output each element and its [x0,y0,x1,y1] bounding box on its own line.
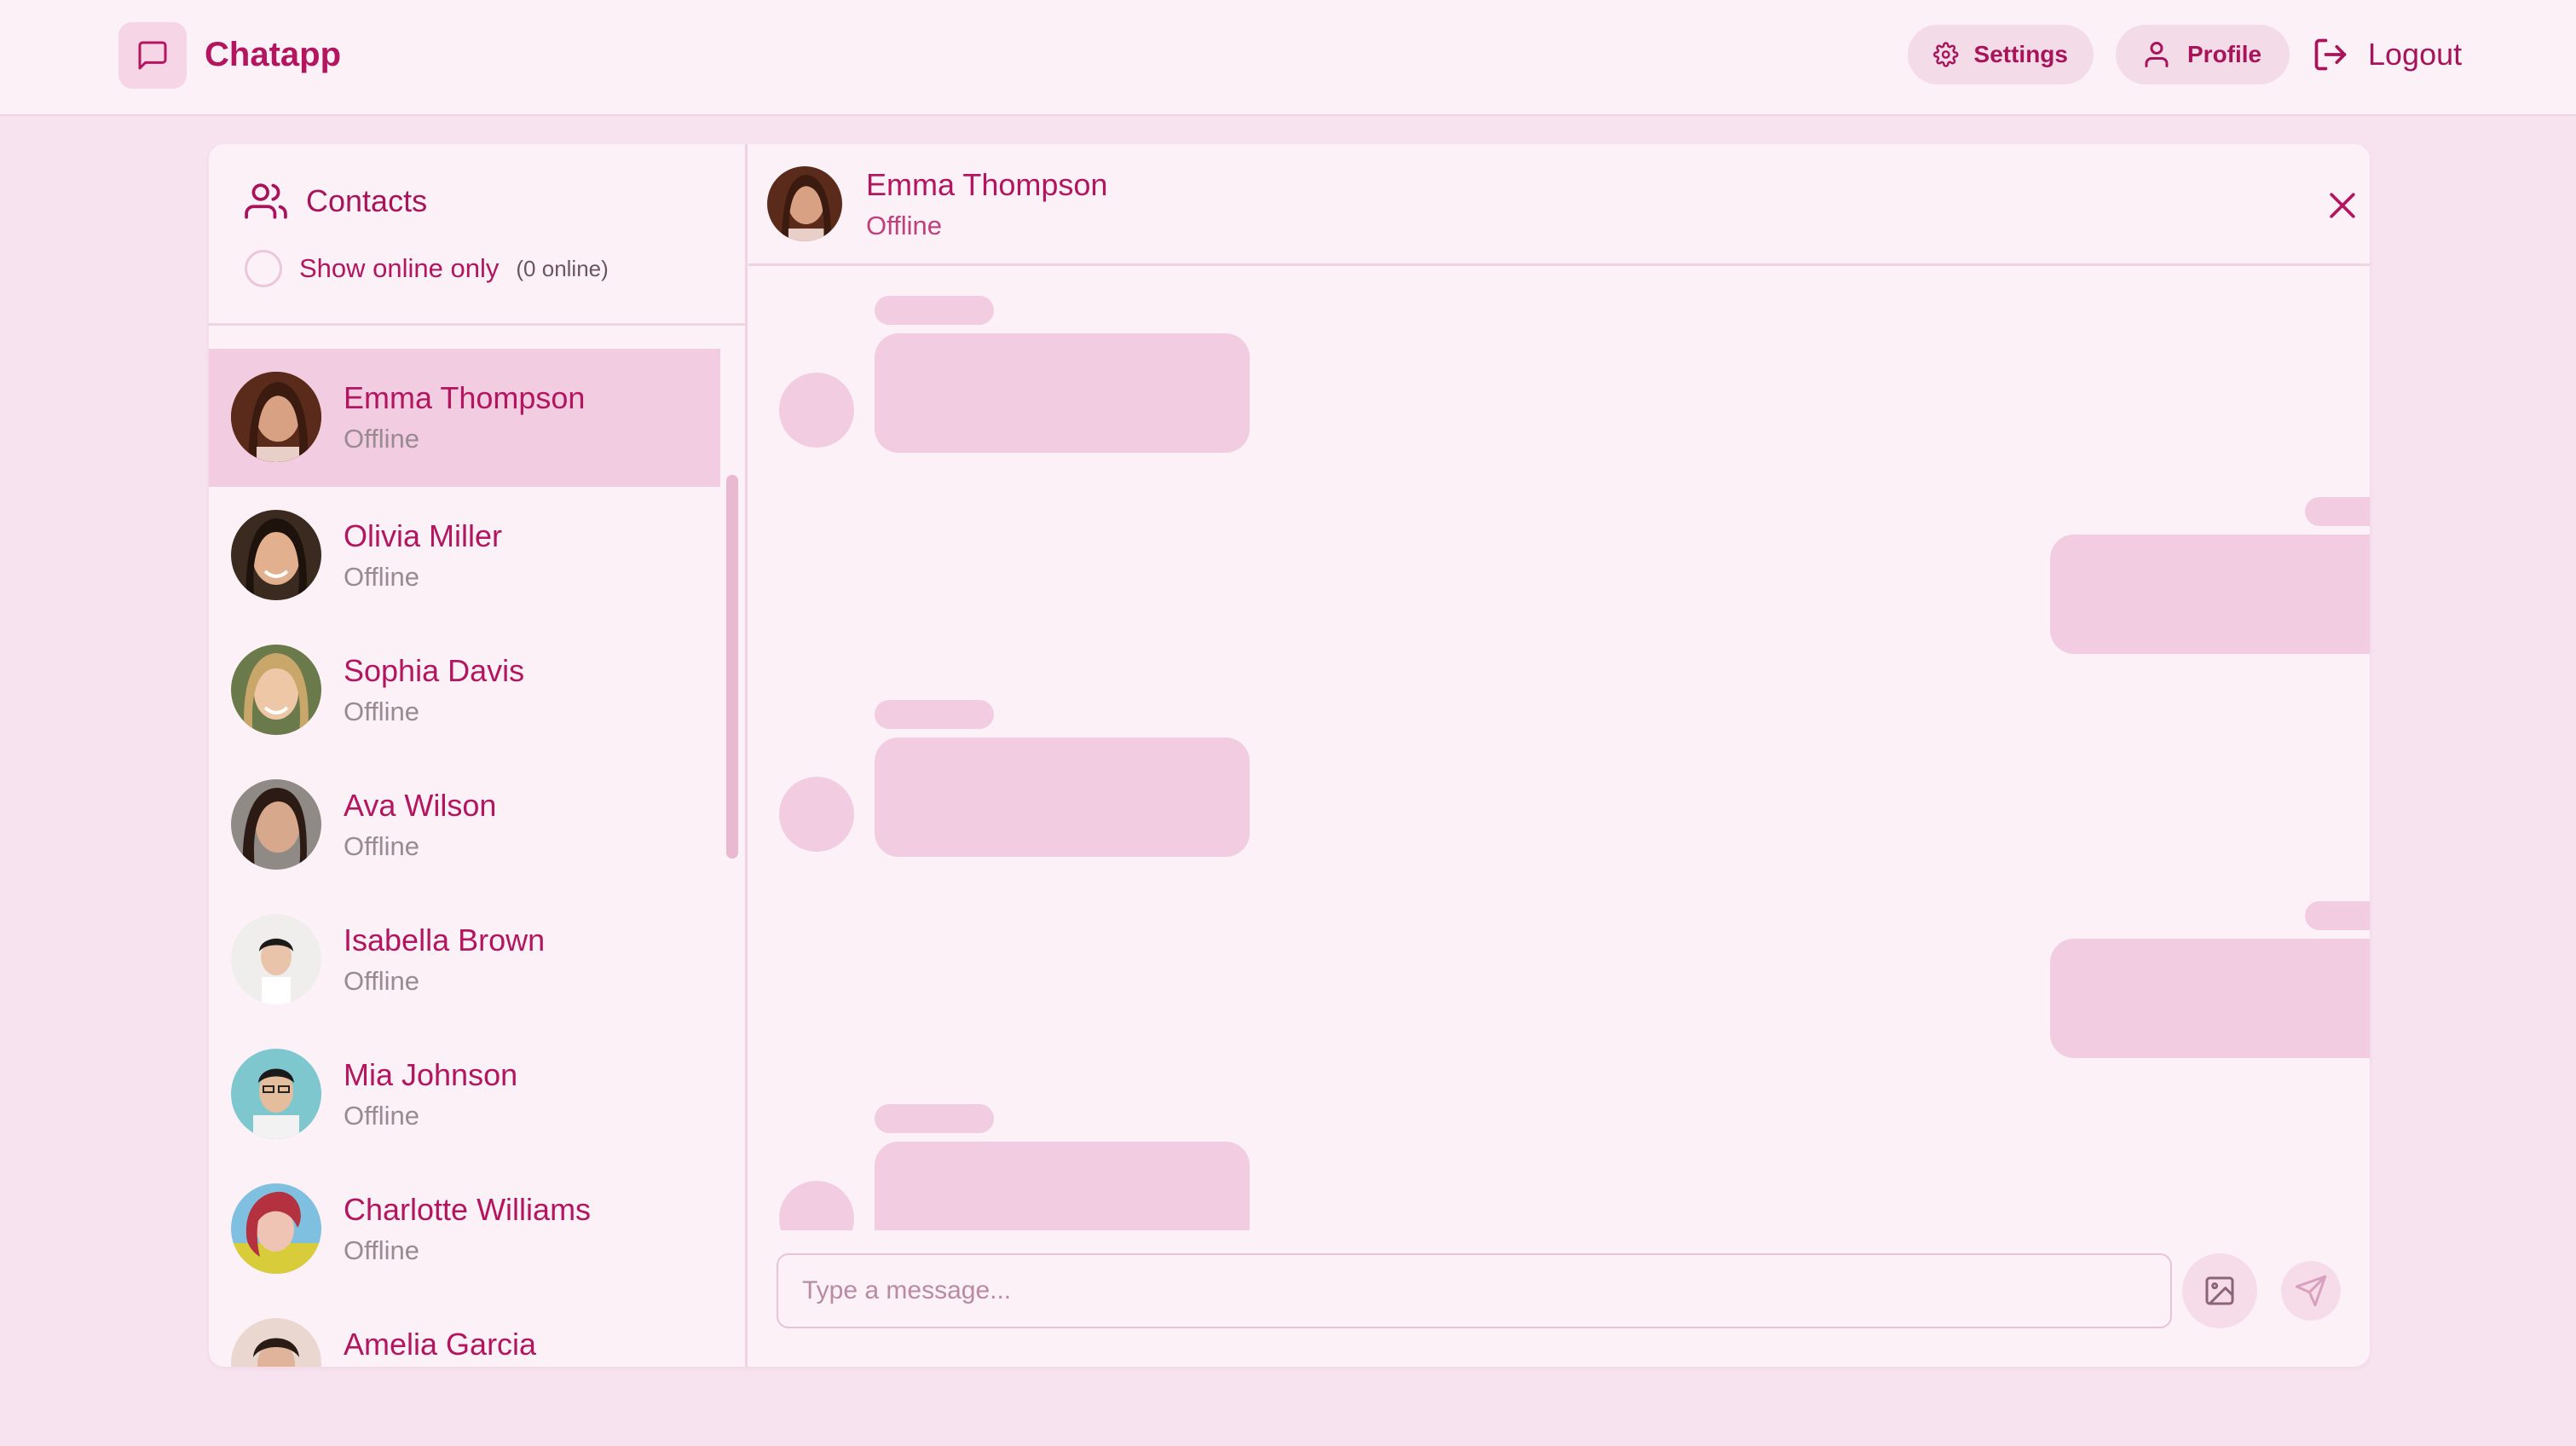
avatar [231,372,321,462]
contact-status: Offline [344,424,420,454]
message-skeleton-avatar [779,777,854,852]
online-only-filter[interactable]: Show online only (0 online) [245,250,609,287]
message-skeleton-bubble [875,737,1250,857]
contact-item-sophia-davis[interactable]: Sophia Davis Offline [209,622,720,756]
app-name[interactable]: Chatapp [205,32,341,77]
logout-label: Logout [2368,37,2463,72]
contact-name: Mia Johnson [344,1057,518,1092]
contact-list: Emma Thompson Offline Olivia Miller Offl… [209,349,720,1367]
contact-item-mia-johnson[interactable]: Mia Johnson Offline [209,1026,720,1160]
attach-image-button[interactable] [2182,1253,2257,1328]
online-only-checkbox[interactable] [245,250,282,287]
message-skeleton-bubble [875,1142,1250,1230]
message-skeleton-bubble [875,333,1250,453]
image-icon [2205,1276,2234,1305]
user-icon [2145,42,2169,67]
logout-button[interactable]: Logout [2312,29,2462,80]
profile-label: Profile [2187,41,2262,67]
contact-name: Isabella Brown [344,923,546,957]
contact-status: Offline [344,831,420,861]
chat-container: Contacts Show online only (0 online) Emm… [209,144,2370,1367]
contact-status: Offline [344,697,420,726]
contact-status: Offline [344,1235,420,1265]
message-skeleton-header [2305,901,2370,930]
users-icon [245,183,287,219]
messages-area [748,269,2370,1367]
close-chat-button[interactable] [2324,187,2361,224]
message-skeleton-avatar [779,1181,854,1230]
avatar [231,779,321,870]
sidebar-scrollbar[interactable] [726,475,738,859]
contact-item-charlotte-williams[interactable]: Charlotte Williams Offline [209,1160,720,1295]
message-skeleton-list [748,269,2370,1230]
message-skeleton-avatar [779,373,854,448]
message-input[interactable] [777,1253,2172,1328]
contacts-sidebar: Contacts Show online only (0 online) Emm… [209,144,748,1367]
avatar [231,1049,321,1139]
avatar [231,645,321,735]
contact-name: Emma Thompson [344,380,586,415]
contact-item-ava-wilson[interactable]: Ava Wilson Offline [209,756,720,891]
message-skeleton-header [2305,497,2370,526]
contact-status: Offline [344,966,420,996]
contact-item-olivia-miller[interactable]: Olivia Miller Offline [209,487,720,622]
send-button[interactable] [2281,1261,2341,1321]
message-skeleton-bubble [2050,535,2370,654]
gear-icon [1933,42,1959,67]
top-navbar: Chatapp Settings Profile Logout [0,0,2576,116]
online-only-label: Show online only [299,253,500,283]
contact-name: Ava Wilson [344,788,497,823]
message-skeleton-header [875,700,994,729]
message-composer [748,1244,2370,1367]
contact-name: Charlotte Williams [344,1192,592,1227]
avatar [231,510,321,600]
contact-status: Offline [344,1101,420,1131]
avatar [231,914,321,1004]
contact-status: Offline [344,562,420,592]
chat-header: Emma Thompson Offline [748,144,2370,266]
chat-contact-name: Emma Thompson [866,167,1108,202]
chat-bubble-icon[interactable] [118,22,187,89]
profile-button[interactable]: Profile [2116,25,2290,84]
contact-name: Amelia Garcia [344,1327,537,1362]
contacts-title: Contacts [306,183,428,218]
avatar [231,1183,321,1274]
chat-contact-status: Offline [866,211,943,240]
avatar [767,166,842,241]
contact-name: Sophia Davis [344,653,525,688]
close-icon [2330,193,2355,218]
message-skeleton-bubble [2050,939,2370,1058]
message-skeleton-header [875,1104,994,1133]
online-count: (0 online) [516,255,609,281]
settings-button[interactable]: Settings [1908,25,2094,84]
contacts-heading: Contacts [245,180,427,223]
logout-icon [2314,38,2347,71]
sidebar-header: Contacts Show online only (0 online) [209,144,745,326]
contact-item-isabella-brown[interactable]: Isabella Brown Offline [209,891,720,1026]
contact-name: Olivia Miller [344,518,503,553]
contact-item-emma-thompson[interactable]: Emma Thompson Offline [209,349,720,487]
avatar [231,1318,321,1367]
contact-item-amelia-garcia[interactable]: Amelia Garcia [209,1295,720,1367]
message-skeleton-header [875,296,994,325]
settings-label: Settings [1973,41,2068,67]
send-icon [2295,1275,2327,1307]
